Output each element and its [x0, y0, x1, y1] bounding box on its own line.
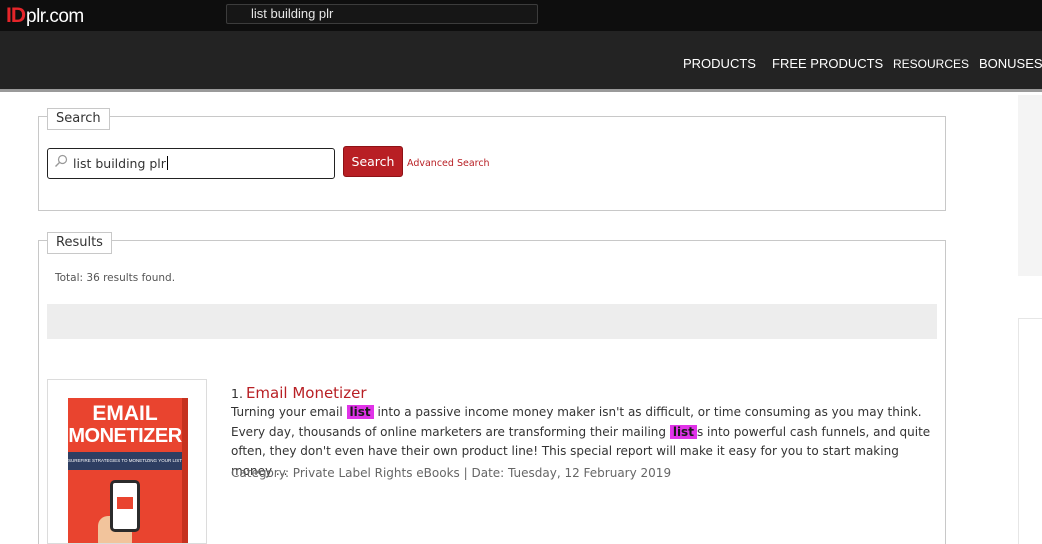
results-total: Total: 36 results found.	[55, 272, 176, 284]
result-number: 1.	[231, 386, 243, 401]
search-button[interactable]: Search	[343, 146, 403, 177]
search-input[interactable]: list building plr	[47, 148, 335, 179]
nav-resources[interactable]: RESOURCES	[893, 57, 969, 71]
highlight-term: list	[346, 405, 374, 419]
result-meta: Category: Private Label Rights eBooks | …	[231, 466, 672, 480]
right-side-panel	[1018, 95, 1042, 276]
search-legend: Search	[47, 108, 110, 130]
envelope-icon	[117, 497, 133, 509]
results-legend: Results	[47, 232, 112, 254]
right-side-panel-lower	[1018, 318, 1042, 544]
nav-bonuses[interactable]: BONUSES	[979, 56, 1042, 71]
site-logo[interactable]: ID plr.com	[6, 4, 84, 27]
result-thumbnail[interactable]: EMAIL MONETIZER SUREFIRE STRATEGIES TO M…	[47, 379, 207, 544]
advanced-search-link[interactable]: Advanced Search	[407, 158, 490, 169]
logo-plr-text: plr.com	[26, 6, 84, 27]
main-nav: PRODUCTS FREE PRODUCTS RESOURCES BONUSES	[0, 31, 1042, 92]
search-input-value: list building plr	[73, 156, 168, 171]
result-title: 1. Email Monetizer	[231, 383, 367, 402]
top-search-input[interactable]: list building plr	[226, 4, 538, 24]
nav-free-products[interactable]: FREE PRODUCTS	[772, 56, 883, 71]
phone-icon	[110, 480, 140, 532]
book-cover-image: EMAIL MONETIZER SUREFIRE STRATEGIES TO M…	[68, 398, 188, 543]
highlight-term: list	[669, 424, 697, 439]
cover-subtitle-band: SUREFIRE STRATEGIES TO MONETIZING YOUR L…	[68, 452, 182, 470]
top-bar: ID plr.com list building plr	[0, 0, 1042, 31]
logo-id-text: ID	[6, 4, 26, 27]
search-icon	[55, 154, 68, 167]
nav-products[interactable]: PRODUCTS	[683, 56, 756, 71]
cover-title-line2: MONETIZER	[68, 425, 182, 447]
cover-title-line1: EMAIL	[92, 402, 158, 425]
results-toolbar-strip	[47, 304, 937, 339]
result-title-link[interactable]: Email Monetizer	[246, 384, 367, 402]
